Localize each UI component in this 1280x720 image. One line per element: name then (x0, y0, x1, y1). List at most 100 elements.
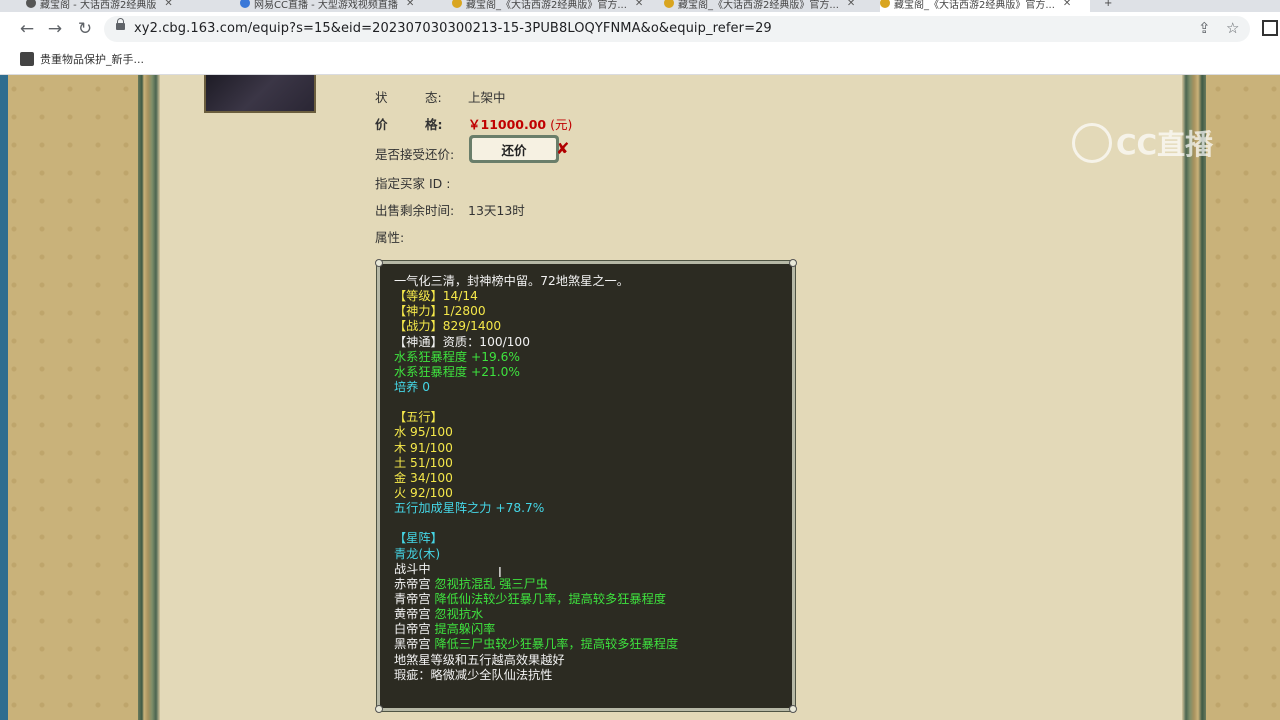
attribute-line: 地煞星等级和五行越高效果越好 (394, 652, 565, 667)
price-value: ￥11000.00 (468, 117, 547, 132)
close-icon[interactable]: ✕ (635, 0, 643, 9)
window-restore-icon[interactable] (1262, 20, 1278, 36)
status-label: 状 态: (375, 90, 442, 105)
browser-tab[interactable]: 藏宝阁 - 大话西游2经典版 ✕ (26, 0, 226, 12)
left-edge-strip (0, 75, 8, 720)
tab-strip: 藏宝阁 - 大话西游2经典版 ✕ 网易CC直播 - 大型游戏视频直播 ✕ 藏宝阁… (0, 0, 1280, 12)
url-text[interactable]: xy2.cbg.163.com/equip?s=15&eid=202307030… (134, 21, 772, 36)
attribute-line: 金 34/100 (394, 470, 453, 485)
attribute-line (394, 516, 678, 531)
attribute-line: 水系狂暴程度 +19.6% (394, 349, 520, 364)
tab-title: 藏宝阁_《大话西游2经典版》官方... (678, 0, 839, 11)
watermark-text: CC直播 (1116, 128, 1214, 161)
attributes-box: 一气化三清，封神榜中留。72地煞星之一。 【等级】14/14 【神力】1/2800 【… (375, 259, 797, 713)
attribute-palace-effect: 降低仙法较少狂暴几率，提高较多狂暴程度 (434, 591, 666, 606)
tab-favicon-icon (452, 0, 462, 8)
browser-tab[interactable]: 网易CC直播 - 大型游戏视频直播 ✕ (240, 0, 440, 12)
attribute-line: 土 51/100 (394, 455, 453, 470)
tab-favicon-icon (240, 0, 250, 8)
counter-offer-label: 是否接受还价: (375, 147, 455, 162)
attribute-line: 青龙(木) (394, 546, 441, 561)
close-icon[interactable]: ✕ (847, 0, 855, 9)
browser-toolbar: ← → ↻ xy2.cbg.163.com/equip?s=15&eid=202… (0, 12, 1280, 46)
price-row: 价 格: ￥11000.00 (元) (375, 114, 572, 133)
attribute-line: 水 95/100 (394, 425, 453, 440)
attribute-palace-effect: 忽视抗水 (434, 607, 484, 622)
buyer-label: 指定买家 ID : (375, 176, 451, 191)
attributes-list: 一气化三清，封神榜中留。72地煞星之一。 【等级】14/14 【神力】1/2800 【… (394, 274, 678, 683)
tab-title: 藏宝阁 - 大话西游2经典版 (40, 0, 157, 11)
attribute-palace-effect: 提高躲闪率 (434, 622, 496, 637)
bookmark-favicon-icon (20, 52, 34, 66)
bookmark-bar: 贵重物品保护_新手... (0, 46, 1280, 75)
time-value: 13天13时 (468, 203, 525, 218)
attribute-line: 【等级】14/14 (394, 289, 478, 304)
attribute-line: 赤帝宫 忽视抗混乱 强三尸虫 (394, 577, 678, 592)
attribute-line: 白帝宫 提高躲闪率 (394, 622, 678, 637)
share-icon[interactable]: ⇪ (1198, 19, 1211, 37)
close-icon[interactable]: ✕ (164, 0, 172, 9)
attribute-line: 瑕疵：略微减少全队仙法抗性 (394, 667, 553, 682)
attributes-label: 属性: (375, 230, 405, 245)
attribute-line: 五行加成星阵之力 +78.7% (394, 501, 545, 516)
close-icon[interactable]: ✕ (1063, 0, 1071, 9)
text-cursor-icon: I (498, 566, 502, 581)
reload-icon[interactable]: ↻ (74, 18, 96, 40)
lock-icon[interactable] (116, 18, 125, 30)
new-tab-button[interactable]: + (1104, 0, 1124, 12)
bookmark-item[interactable]: 贵重物品保护_新手... (20, 51, 144, 67)
attribute-line (394, 395, 678, 410)
attribute-line: 黄帝宫 忽视抗水 (394, 607, 678, 622)
corner-rivet (789, 259, 797, 267)
cc-watermark: CC直播 (1072, 123, 1213, 163)
corner-rivet (375, 259, 383, 267)
attribute-line: 【神力】1/2800 (394, 304, 486, 319)
attribute-palace-name: 青帝宫 (394, 591, 435, 606)
time-row: 出售剩余时间: 13天13时 (375, 200, 525, 219)
buyer-row: 指定买家 ID : (375, 173, 450, 192)
bookmark-star-icon[interactable]: ☆ (1226, 19, 1239, 37)
counter-offer-button-label: 还价 (472, 138, 556, 160)
attribute-palace-name: 黄帝宫 (394, 607, 435, 622)
tab-favicon-icon (26, 0, 36, 8)
tab-title: 藏宝阁_《大话西游2经典版》官方... (894, 0, 1055, 11)
browser-tab-active[interactable]: 藏宝阁_《大话西游2经典版》官方... ✕ (880, 0, 1090, 12)
frame-border-left (138, 75, 160, 720)
attribute-line: 【星阵】 (394, 531, 443, 546)
frame-border-right (1182, 75, 1206, 720)
attribute-palace-name: 赤帝宫 (394, 576, 435, 591)
address-bar[interactable]: xy2.cbg.163.com/equip?s=15&eid=202307030… (104, 16, 1250, 42)
price-unit: (元) (550, 117, 573, 132)
counter-offer-row: 是否接受还价: (375, 144, 454, 163)
corner-rivet (789, 705, 797, 713)
bookmark-label: 贵重物品保护_新手... (40, 53, 144, 66)
back-arrow-icon[interactable]: ← (16, 18, 38, 40)
attribute-palace-effect: 忽视抗混乱 强三尸虫 (434, 576, 548, 591)
tab-title: 藏宝阁_《大话西游2经典版》官方... (466, 0, 627, 11)
browser-tab[interactable]: 藏宝阁_《大话西游2经典版》官方... ✕ (664, 0, 864, 12)
attribute-line: 水系狂暴程度 +21.0% (394, 364, 520, 379)
attribute-line: 一气化三清，封神榜中留。72地煞星之一。 (394, 274, 629, 288)
forward-arrow-icon[interactable]: → (44, 18, 66, 40)
corner-rivet (375, 705, 383, 713)
attribute-line: 火 92/100 (394, 485, 453, 500)
cross-icon: ✘ (556, 139, 570, 158)
tab-favicon-icon (880, 0, 890, 8)
close-icon[interactable]: ✕ (406, 0, 414, 9)
attribute-line: 战斗中 (394, 561, 431, 576)
counter-offer-button[interactable]: 还价 (469, 135, 559, 163)
tab-title: 网易CC直播 - 大型游戏视频直播 (254, 0, 398, 11)
attribute-line: 培养 0 (394, 379, 431, 394)
attributes-row: 属性: (375, 227, 404, 246)
attribute-palace-effect: 降低三尸虫较少狂暴几率，提高较多狂暴程度 (434, 637, 679, 652)
item-avatar-image (204, 75, 316, 113)
attribute-line: 【神通】资质：100/100 (394, 334, 530, 349)
status-row: 状 态: 上架中 (375, 87, 506, 106)
price-value-wrap: ￥11000.00 (元) (468, 114, 572, 133)
cc-logo-icon (1072, 123, 1112, 163)
browser-tab[interactable]: 藏宝阁_《大话西游2经典版》官方... ✕ (452, 0, 652, 12)
equip-detail-panel: 状 态: 上架中 价 格: ￥11000.00 (元) 是否接受还价: 还价 ✘… (160, 75, 1182, 720)
attribute-line: 青帝宫 降低仙法较少狂暴几率，提高较多狂暴程度 (394, 592, 678, 607)
page-background: 状 态: 上架中 价 格: ￥11000.00 (元) 是否接受还价: 还价 ✘… (0, 75, 1280, 720)
attribute-line: 木 91/100 (394, 440, 453, 455)
